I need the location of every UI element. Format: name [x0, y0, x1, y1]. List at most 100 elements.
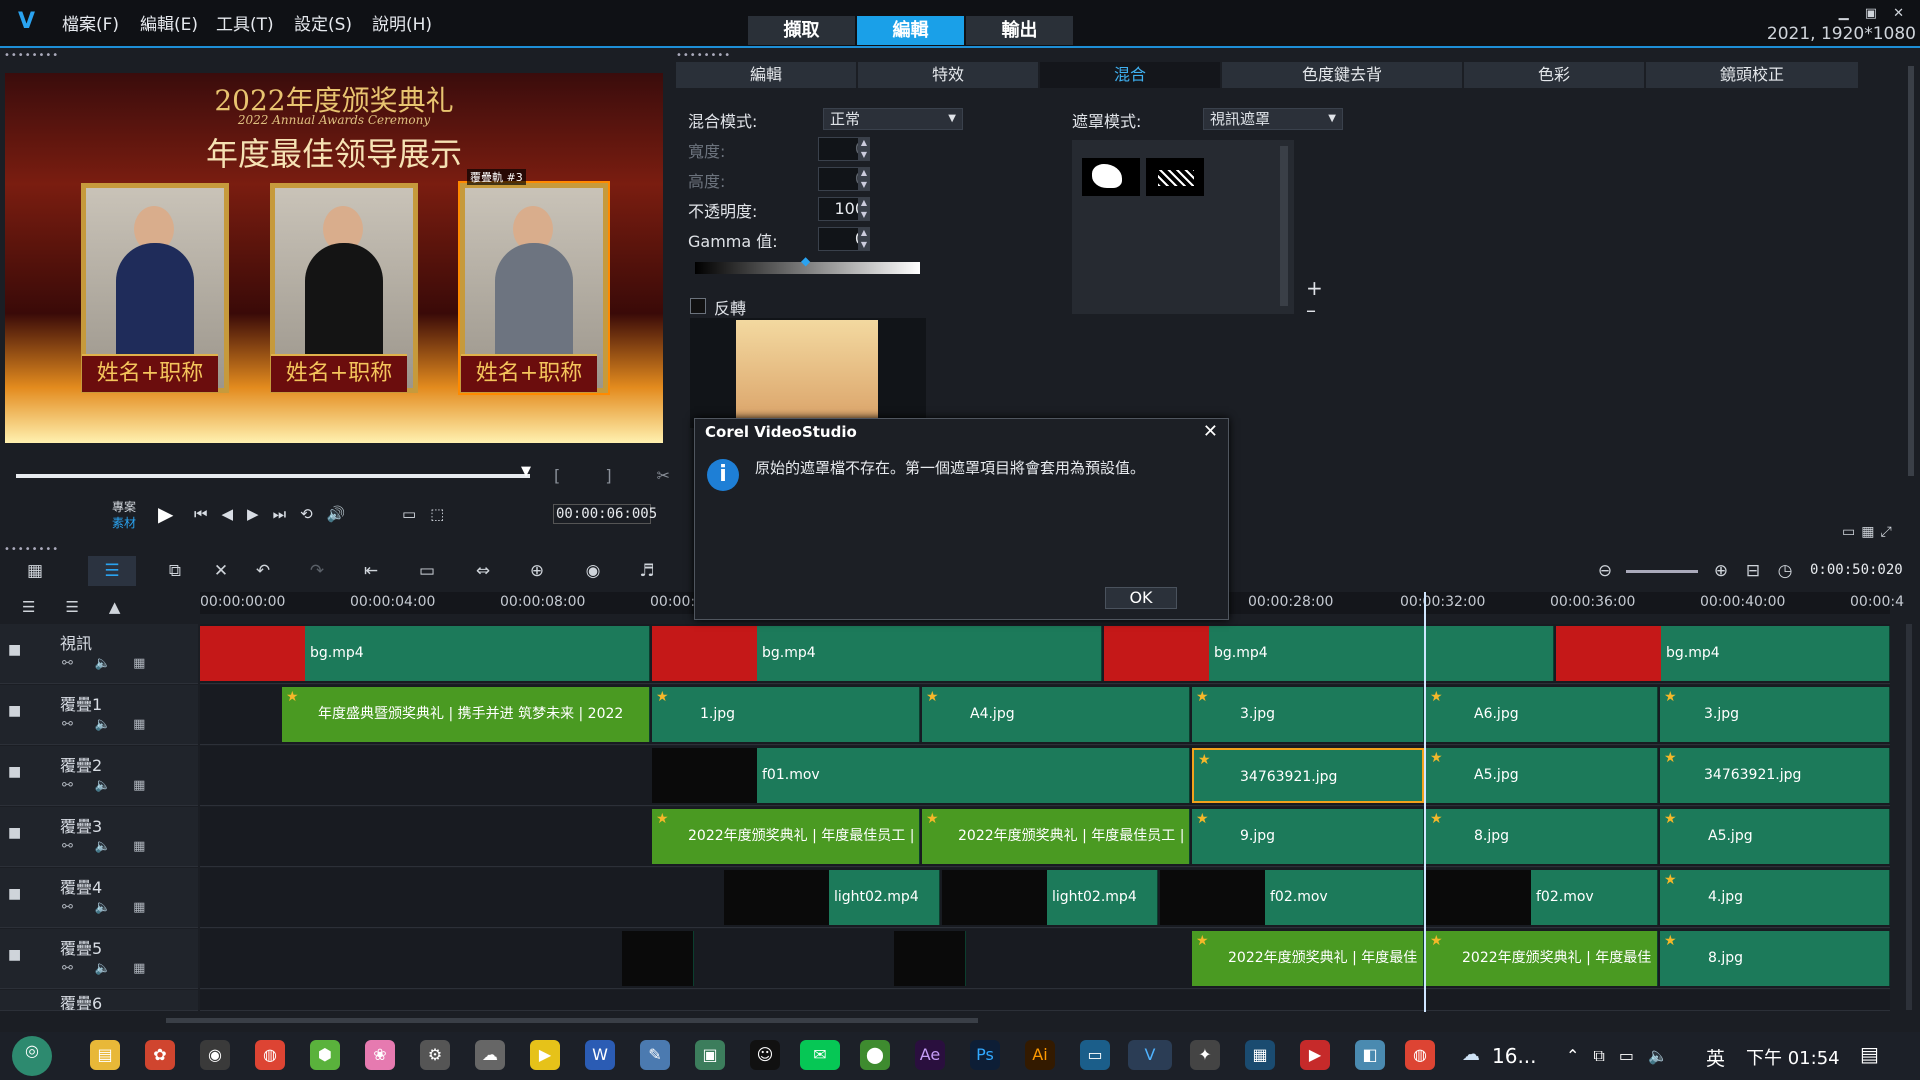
tab-chroma-key[interactable]: 色度鍵去背 — [1222, 62, 1462, 88]
app-icon-1[interactable]: ✿ — [145, 1040, 175, 1070]
word-icon[interactable]: W — [585, 1040, 615, 1070]
scrubber-handle-icon[interactable]: ▼ — [521, 464, 531, 479]
timeline-clip-selected[interactable]: ★ 34763921.jpg — [1192, 748, 1424, 803]
fit-project-icon[interactable]: ⊟ — [1738, 556, 1768, 586]
app-icon-9[interactable]: ✦ — [1190, 1040, 1220, 1070]
tab-blend[interactable]: 混合 — [1040, 62, 1220, 88]
mask-list-scrollbar[interactable] — [1280, 146, 1288, 306]
timeline-clip[interactable]: bg.mp4 — [200, 626, 650, 681]
playhead[interactable] — [1424, 592, 1426, 1012]
timeline-clip[interactable]: ★ 8.jpg — [1660, 931, 1890, 986]
view-toggle-icons[interactable]: ▭▦⤢ — [1842, 524, 1898, 540]
gamma-midpoint-handle-icon[interactable]: ◆ — [801, 254, 810, 268]
lane-overlay4[interactable]: light02.mp4 light02.mp4 f02.mov f02.mov … — [200, 868, 1890, 928]
timeline-clip[interactable]: ★ 2022年度颁奖典礼 | 年度最佳 — [1192, 931, 1424, 986]
timecode-display[interactable]: 00:00:06:005 — [553, 504, 657, 524]
illustrator-icon[interactable]: Ai — [1025, 1040, 1055, 1070]
mask-mode-select[interactable]: 視訊遮罩 ▼ — [1203, 108, 1343, 130]
timeline-clip[interactable]: light02.mp4 — [724, 870, 940, 925]
timeline-clip[interactable]: ★ 34763921.jpg — [1660, 748, 1890, 803]
timeline-clip[interactable]: f02.mov — [1160, 870, 1424, 925]
track-header-overlay5[interactable]: ■ 覆疊5 ⚯🔈▦ — [0, 929, 198, 989]
transport-controls-icon[interactable]: ⏮◀▶⏭⟲🔊 — [194, 505, 359, 523]
timeline-clip[interactable]: ★ 2022年度颁奖典礼 | 年度最佳 — [1426, 931, 1658, 986]
track-options-icons[interactable]: ☰☰▲ — [22, 598, 150, 616]
window-controls[interactable]: ▁ ▣ ✕ — [1839, 6, 1910, 21]
scrubber-bar[interactable] — [16, 474, 530, 478]
ok-button[interactable]: OK — [1105, 587, 1177, 609]
timeline-clip[interactable]: ★ 3.jpg — [1660, 687, 1890, 742]
timeline-clip[interactable]: f02.mov — [1426, 870, 1658, 925]
photo-frame-3-selected[interactable]: 姓名+职称 — [458, 181, 610, 395]
zoom-out-icon[interactable]: ⊖ — [1590, 556, 1620, 586]
redo-icon[interactable]: ↷ — [302, 556, 332, 586]
chrome-icon-2[interactable]: ◍ — [1405, 1040, 1435, 1070]
menu-file[interactable]: 檔案(F) — [62, 10, 119, 35]
track-controls-icon[interactable]: ⚯🔈▦ — [62, 900, 167, 915]
blend-mode-select[interactable]: 正常 ▼ — [823, 108, 963, 130]
ripple-icon[interactable]: ⇔ — [468, 556, 498, 586]
timeline-clip[interactable]: ★ A5.jpg — [1426, 748, 1658, 803]
width-stepper[interactable]: ▲ ▼ — [858, 137, 870, 161]
options-panel-grip[interactable]: •••••••• — [676, 50, 731, 61]
options-scrollbar[interactable] — [1908, 66, 1914, 476]
preview-window[interactable]: 2022年度颁奖典礼 2022 Annual Awards Ceremony 年… — [5, 73, 663, 443]
remove-mask-button[interactable]: – — [1306, 298, 1316, 322]
tab-lens-correction[interactable]: 鏡頭校正 — [1646, 62, 1858, 88]
timeline-grip[interactable]: •••••••• — [4, 544, 59, 555]
timeline-clip[interactable]: f01.mov — [652, 748, 1190, 803]
timeline-clip[interactable]: bg.mp4 — [1104, 626, 1554, 681]
track-header-overlay4[interactable]: ■ 覆疊4 ⚯🔈▦ — [0, 868, 198, 928]
track-header-overlay3[interactable]: ■ 覆疊3 ⚯🔈▦ — [0, 807, 198, 867]
track-header-overlay2[interactable]: ■ 覆疊2 ⚯🔈▦ — [0, 746, 198, 806]
menu-edit[interactable]: 編輯(E) — [140, 10, 198, 35]
chrome-icon[interactable]: ◍ — [255, 1040, 285, 1070]
tab-effects[interactable]: 特效 — [858, 62, 1038, 88]
lane-overlay2[interactable]: f01.mov ★ 34763921.jpg ★ A5.jpg ★ 34763921.… — [200, 746, 1890, 806]
tab-edit[interactable]: 編輯 — [857, 16, 964, 45]
app-icon-4[interactable]: ❀ — [365, 1040, 395, 1070]
lane-video[interactable]: bg.mp4 bg.mp4 bg.mp4 bg.mp4 — [200, 624, 1890, 684]
timeline-clip[interactable]: ★ 1.jpg — [652, 687, 920, 742]
lane-overlay5[interactable]: ★ 2022年度颁奖典礼 | 年度最佳 ★ 2022年度颁奖典礼 | 年度最佳 ★ 8… — [200, 929, 1890, 989]
track-header-overlay6[interactable]: 覆疊6 — [0, 990, 198, 1011]
tab-share[interactable]: 輸出 — [966, 16, 1073, 45]
timeline-clip[interactable] — [894, 931, 966, 986]
tab-capture[interactable]: 擷取 — [748, 16, 855, 45]
timeline-clip[interactable]: ★ 2022年度颁奖典礼 | 年度最佳员工 | 姓 — [922, 809, 1190, 864]
ime-indicator[interactable]: 英 — [1706, 1044, 1725, 1071]
track-controls-icon[interactable]: ⚯🔈▦ — [62, 717, 167, 732]
qq-icon[interactable]: ☺ — [750, 1040, 780, 1070]
timeline-view-icon[interactable]: ☰ — [88, 556, 136, 586]
app-icon-11[interactable]: ▶ — [1300, 1040, 1330, 1070]
track-header-video[interactable]: ■ 視訊 ⚯🔈▦ — [0, 624, 198, 684]
mask-thumb-1[interactable] — [1082, 158, 1140, 196]
timeline-h-scrollbar[interactable] — [166, 1018, 978, 1023]
gamma-stepper[interactable]: ▲ ▼ — [858, 227, 870, 251]
project-mode-label[interactable]: 專案 — [112, 498, 136, 515]
invert-checkbox[interactable] — [690, 298, 706, 314]
track-controls-icon[interactable]: ⚯🔈▦ — [62, 656, 167, 671]
system-tray-icons[interactable]: ⌃⧉▭🔈 — [1566, 1046, 1682, 1066]
close-icon[interactable]: ✕ — [1203, 421, 1218, 442]
track-controls-icon[interactable]: ⚯🔈▦ — [62, 778, 167, 793]
audio-icon[interactable]: ♬ — [632, 556, 662, 586]
videostudio-icon[interactable]: V — [1128, 1040, 1172, 1070]
photoshop-icon[interactable]: Ps — [970, 1040, 1000, 1070]
media-player-icon[interactable]: ▶ — [530, 1040, 560, 1070]
line-icon[interactable]: ✉ — [800, 1040, 840, 1070]
play-icon[interactable]: ▶ — [158, 502, 173, 526]
menu-tools[interactable]: 工具(T) — [216, 10, 274, 35]
crop-icon[interactable]: ▭ — [412, 556, 442, 586]
timeline-clip[interactable]: bg.mp4 — [652, 626, 1102, 681]
timeline-clip[interactable]: ★ A6.jpg — [1426, 687, 1658, 742]
app-icon-10[interactable]: ▦ — [1245, 1040, 1275, 1070]
app-icon-3[interactable]: ⬢ — [310, 1040, 340, 1070]
timeline-clip[interactable]: bg.mp4 — [1556, 626, 1890, 681]
timeline-clip[interactable]: ★ 3.jpg — [1192, 687, 1424, 742]
storyboard-view-icon[interactable]: ▦ — [20, 556, 50, 586]
app-icon-8[interactable]: ▭ — [1080, 1040, 1110, 1070]
app-icon-6[interactable]: ✎ — [640, 1040, 670, 1070]
tab-edit-options[interactable]: 編輯 — [676, 62, 856, 88]
timeline-clip[interactable]: ★ 4.jpg — [1660, 870, 1890, 925]
